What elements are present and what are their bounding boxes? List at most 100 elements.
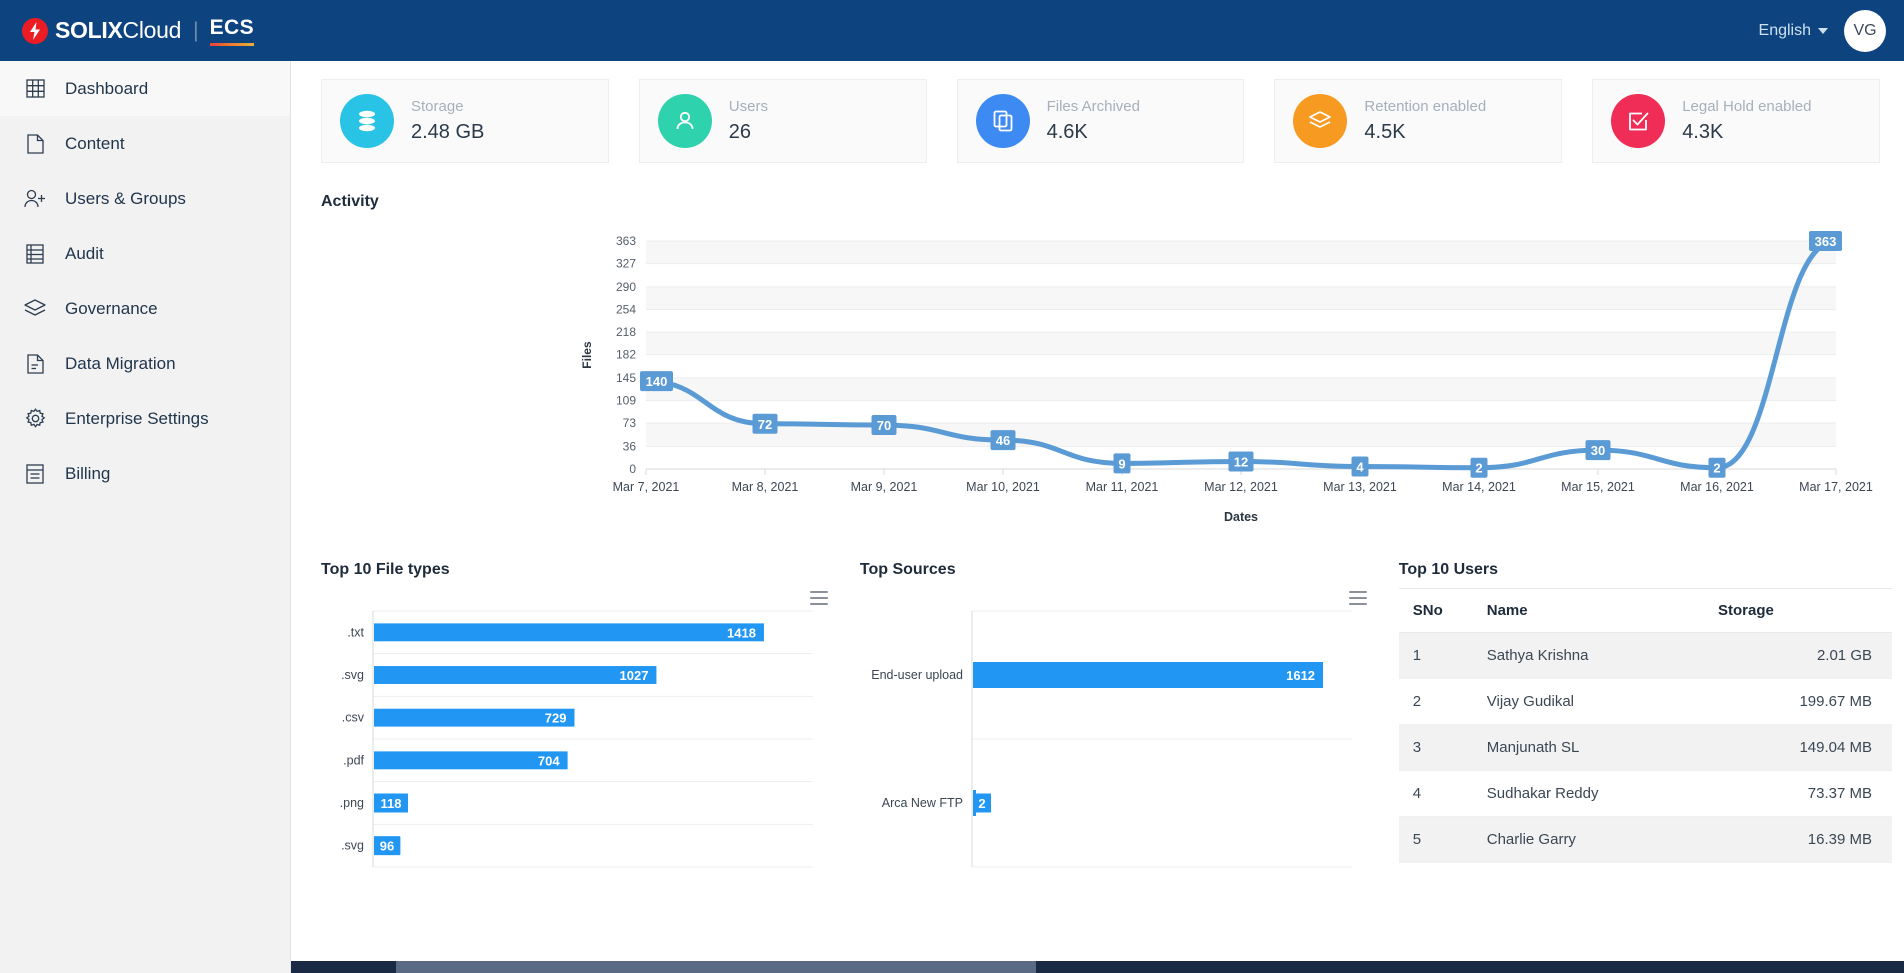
stat-card-value: 4.6K: [1047, 118, 1140, 146]
cell-name: Sudhakar Reddy: [1479, 771, 1710, 817]
sidebar-item-data-migration[interactable]: Data Migration: [0, 336, 290, 391]
table-row[interactable]: 3Manjunath SL149.04 MB: [1399, 725, 1892, 771]
svg-text:327: 327: [616, 257, 636, 271]
svg-text:Mar 14, 2021: Mar 14, 2021: [1442, 480, 1516, 494]
top-sources-title: Top Sources: [860, 561, 1381, 579]
svg-text:Mar 9, 2021: Mar 9, 2021: [851, 480, 918, 494]
sidebar-item-billing[interactable]: Billing: [0, 446, 290, 501]
svg-text:.pdf: .pdf: [343, 753, 364, 767]
svg-text:4: 4: [1356, 459, 1364, 474]
svg-text:.svg: .svg: [341, 839, 364, 853]
svg-text:.png: .png: [340, 796, 364, 810]
stat-card-retention-enabled[interactable]: Retention enabled 4.5K: [1274, 79, 1562, 163]
file-types-title: Top 10 File types: [321, 561, 842, 579]
sidebar-item-users-groups[interactable]: Users & Groups: [0, 171, 290, 226]
stat-card-label: Users: [729, 96, 768, 119]
stat-card-storage[interactable]: Storage 2.48 GB: [321, 79, 609, 163]
svg-text:Mar 10, 2021: Mar 10, 2021: [966, 480, 1040, 494]
svg-text:.svg: .svg: [341, 668, 364, 682]
language-selector[interactable]: English: [1759, 22, 1828, 40]
lightning-bolt-icon: [22, 18, 48, 44]
brand-product-underline: [210, 43, 254, 46]
sidebar-item-label: Billing: [65, 464, 110, 484]
svg-text:1027: 1027: [620, 668, 649, 683]
stat-card-label: Storage: [411, 96, 484, 119]
table-row[interactable]: 5Charlie Garry16.39 MB: [1399, 817, 1892, 863]
activity-title: Activity: [321, 193, 1904, 211]
cell-storage: 199.67 MB: [1710, 679, 1892, 725]
hamburger-menu-icon[interactable]: [1349, 591, 1367, 608]
sidebar-item-label: Dashboard: [65, 79, 148, 99]
svg-text:70: 70: [877, 418, 891, 433]
stat-card-users[interactable]: Users 26: [639, 79, 927, 163]
table-head: SNo Name Storage: [1399, 589, 1892, 633]
svg-text:2: 2: [1475, 461, 1482, 476]
stat-card-value: 26: [729, 118, 768, 146]
cell-sno: 5: [1399, 817, 1479, 863]
main-content-area: Storage 2.48 GB Users 26: [291, 61, 1904, 961]
cell-storage: 149.04 MB: [1710, 725, 1892, 771]
svg-text:Mar 12, 2021: Mar 12, 2021: [1204, 480, 1278, 494]
brand-solix-text: SOLIX: [55, 17, 123, 44]
sidebar-item-governance[interactable]: Governance: [0, 281, 290, 336]
svg-text:1418: 1418: [727, 625, 756, 640]
svg-text:.csv: .csv: [342, 711, 365, 725]
stat-card-text: Storage 2.48 GB: [411, 96, 484, 147]
column-header-storage: Storage: [1710, 589, 1892, 633]
brand-separator: |: [193, 19, 198, 43]
activity-line-chart[interactable]: 03673109145182218254290327363FilesMar 7,…: [291, 219, 1904, 549]
avatar-initials: VG: [1853, 22, 1876, 40]
avatar[interactable]: VG: [1844, 10, 1886, 52]
cell-storage: 16.39 MB: [1710, 817, 1892, 863]
top-users-table: SNo Name Storage 1Sathya Krishna2.01 GB2…: [1399, 588, 1892, 863]
brand-cloud-text: Cloud: [123, 17, 182, 44]
top-header-bar: SOLIX Cloud | ECS English VG: [0, 0, 1904, 61]
svg-text:Arca New FTP: Arca New FTP: [882, 796, 963, 810]
svg-text:Mar 17, 2021: Mar 17, 2021: [1799, 480, 1873, 494]
copy-files-icon: [976, 94, 1030, 148]
language-label: English: [1759, 22, 1811, 40]
stat-card-text: Legal Hold enabled 4.3K: [1682, 96, 1811, 147]
column-header-name: Name: [1479, 589, 1710, 633]
horizontal-scrollbar[interactable]: [291, 961, 1904, 973]
svg-text:72: 72: [758, 417, 772, 432]
table-row[interactable]: 1Sathya Krishna2.01 GB: [1399, 633, 1892, 679]
svg-text:2: 2: [1713, 461, 1720, 476]
sidebar-item-label: Enterprise Settings: [65, 409, 209, 429]
top-sources-panel: Top Sources End-user upload1612Arca New …: [860, 561, 1381, 880]
layers-icon: [1293, 94, 1347, 148]
file-types-panel: Top 10 File types .txt1418.svg1027.csv72…: [321, 561, 842, 880]
top-users-panel: Top 10 Users SNo Name Storage 1Sathya Kr…: [1399, 561, 1892, 880]
svg-text:0: 0: [629, 462, 636, 476]
svg-text:118: 118: [381, 796, 402, 811]
database-icon: [340, 94, 394, 148]
hamburger-menu-icon[interactable]: [810, 591, 828, 608]
grid-icon: [22, 76, 48, 102]
sidebar-item-label: Governance: [65, 299, 158, 319]
stat-cards-row: Storage 2.48 GB Users 26: [291, 61, 1904, 163]
stat-card-files-archived[interactable]: Files Archived 4.6K: [957, 79, 1245, 163]
table-row[interactable]: 2Vijay Gudikal199.67 MB: [1399, 679, 1892, 725]
svg-text:145: 145: [616, 371, 636, 385]
svg-text:Dates: Dates: [1224, 510, 1258, 524]
stat-card-text: Users 26: [729, 96, 768, 147]
svg-text:729: 729: [545, 711, 567, 726]
stat-card-text: Files Archived 4.6K: [1047, 96, 1140, 147]
chevron-down-icon: [1818, 28, 1828, 34]
checkbox-icon: [1611, 94, 1665, 148]
horizontal-scrollbar-thumb[interactable]: [396, 961, 1036, 973]
brand-logo[interactable]: SOLIX Cloud | ECS: [22, 16, 254, 46]
sidebar-item-enterprise-settings[interactable]: Enterprise Settings: [0, 391, 290, 446]
svg-text:36: 36: [623, 439, 637, 453]
svg-text:12: 12: [1234, 454, 1248, 469]
stat-card-legal-hold-enabled[interactable]: Legal Hold enabled 4.3K: [1592, 79, 1880, 163]
file-transfer-icon: [22, 351, 48, 377]
sidebar-item-content[interactable]: Content: [0, 116, 290, 171]
svg-text:Mar 11, 2021: Mar 11, 2021: [1086, 480, 1159, 494]
svg-text:9: 9: [1118, 456, 1125, 471]
sidebar-item-audit[interactable]: Audit: [0, 226, 290, 281]
stat-card-label: Legal Hold enabled: [1682, 96, 1811, 119]
stat-card-text: Retention enabled 4.5K: [1364, 96, 1486, 147]
sidebar-item-dashboard[interactable]: Dashboard: [0, 61, 290, 116]
table-row[interactable]: 4Sudhakar Reddy73.37 MB: [1399, 771, 1892, 817]
